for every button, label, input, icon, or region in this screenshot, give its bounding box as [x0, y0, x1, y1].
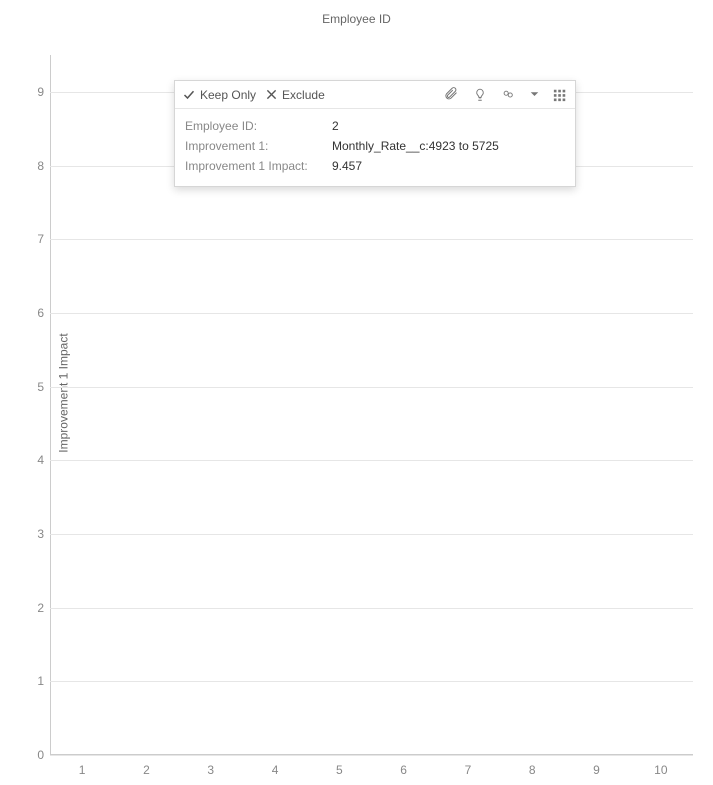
tooltip-toolbar: Keep Only Exclude — [175, 81, 575, 109]
y-tick-label: 4 — [28, 453, 44, 467]
x-tick-label: 7 — [436, 763, 500, 777]
exclude-button[interactable]: Exclude — [266, 88, 325, 102]
tooltip-row: Improvement 1: Monthly_Rate__c:4923 to 5… — [185, 137, 565, 157]
x-tick-label: 3 — [179, 763, 243, 777]
tooltip-key: Improvement 1 Impact: — [185, 157, 320, 177]
tooltip-row: Employee ID: 2 — [185, 117, 565, 137]
x-tick-label: 6 — [371, 763, 435, 777]
x-tick-label: 2 — [114, 763, 178, 777]
x-tick-label: 10 — [629, 763, 693, 777]
exclude-label: Exclude — [282, 88, 325, 102]
lightbulb-icon[interactable] — [473, 88, 487, 102]
x-tick-label: 8 — [500, 763, 564, 777]
tooltip-value: 9.457 — [332, 157, 362, 177]
keep-only-label: Keep Only — [200, 88, 256, 102]
caret-down-icon[interactable] — [530, 90, 539, 99]
tooltip-key: Employee ID: — [185, 117, 320, 137]
chart-title: Employee ID — [0, 12, 713, 26]
y-tick-label: 2 — [28, 601, 44, 615]
y-tick-label: 8 — [28, 159, 44, 173]
paperclip-icon[interactable] — [444, 87, 459, 102]
group-icon[interactable] — [501, 88, 516, 102]
tooltip: Keep Only Exclude — [174, 80, 576, 187]
tooltip-row: Improvement 1 Impact: 9.457 — [185, 157, 565, 177]
tooltip-value: Monthly_Rate__c:4923 to 5725 — [332, 137, 499, 157]
x-tick-label: 1 — [50, 763, 114, 777]
y-tick-label: 5 — [28, 380, 44, 394]
y-tick-label: 6 — [28, 306, 44, 320]
y-tick-label: 1 — [28, 674, 44, 688]
y-tick-label: 0 — [28, 748, 44, 762]
x-tick-label: 5 — [307, 763, 371, 777]
x-tick-label: 9 — [564, 763, 628, 777]
tooltip-key: Improvement 1: — [185, 137, 320, 157]
chart-container: Employee ID Improvement 1 Impact 0123456… — [0, 0, 713, 785]
y-tick-label: 9 — [28, 85, 44, 99]
keep-only-button[interactable]: Keep Only — [183, 88, 256, 102]
tooltip-value: 2 — [332, 117, 339, 137]
grid-icon[interactable] — [553, 88, 567, 102]
check-icon — [183, 89, 195, 101]
x-tick-label: 4 — [243, 763, 307, 777]
y-tick-label: 7 — [28, 232, 44, 246]
y-tick-label: 3 — [28, 527, 44, 541]
tooltip-body: Employee ID: 2 Improvement 1: Monthly_Ra… — [175, 109, 575, 186]
close-icon — [266, 89, 277, 100]
grid-line — [50, 755, 693, 756]
